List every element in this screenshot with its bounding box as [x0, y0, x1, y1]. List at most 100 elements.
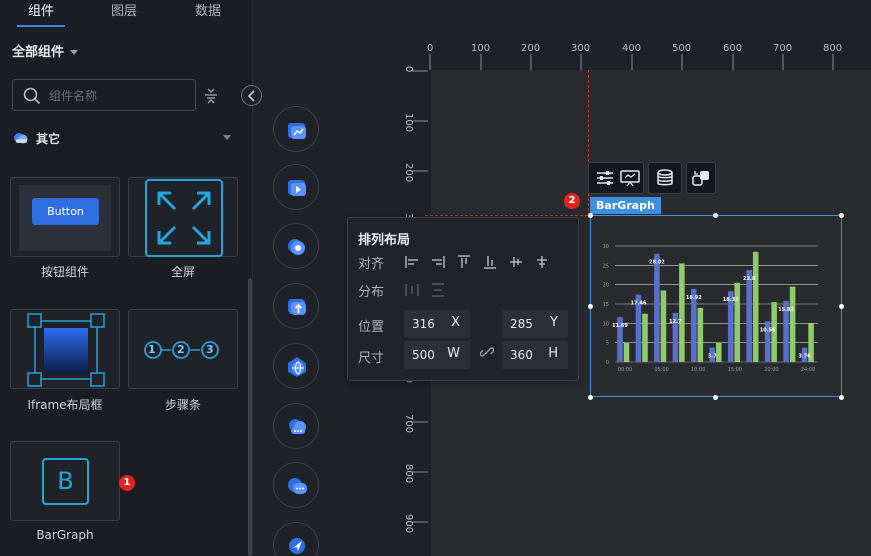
- step-badge-1: 1: [119, 475, 135, 491]
- component-toolbar-link: [686, 162, 716, 194]
- data-label: 23.8: [743, 276, 756, 282]
- button-preview: Button: [32, 198, 99, 225]
- upload-card-icon: [288, 299, 306, 315]
- size-label: 尺寸: [358, 351, 385, 366]
- align-middle-icon[interactable]: [508, 254, 524, 270]
- position-x-field: X: [404, 310, 470, 338]
- unit-x: X: [451, 315, 460, 330]
- data-source-button[interactable]: [649, 163, 681, 193]
- link-button[interactable]: [685, 163, 717, 193]
- ruler-label: 700: [403, 414, 414, 434]
- interaction-icon: [620, 170, 640, 187]
- component-card-bargraph[interactable]: B: [10, 441, 120, 521]
- quick-add-video-button[interactable]: [273, 164, 319, 210]
- align-bottom-icon[interactable]: [482, 254, 498, 270]
- size-w-input[interactable]: [412, 346, 448, 364]
- resize-handle-e[interactable]: [839, 304, 844, 309]
- section-title-label: 全部组件: [12, 45, 65, 60]
- ruler-ticks: [429, 54, 834, 70]
- ruler-label: 200: [403, 163, 414, 183]
- chat-card-icon: [288, 478, 307, 494]
- resize-handle-nw[interactable]: [588, 213, 593, 218]
- resize-handle-s[interactable]: [713, 395, 718, 400]
- component-toolbar-data: [648, 162, 682, 194]
- ruler-label: 500: [672, 43, 692, 54]
- tab-layers[interactable]: 图层: [94, 0, 154, 27]
- category-label: 其它: [36, 132, 61, 146]
- category-other[interactable]: 其它: [13, 129, 233, 147]
- interaction-button[interactable]: [613, 163, 645, 193]
- bar: [660, 290, 667, 362]
- resize-handle-sw[interactable]: [588, 395, 593, 400]
- quick-add-chart-button[interactable]: [273, 106, 319, 152]
- search-input[interactable]: [49, 86, 189, 106]
- x-tick-label: 10:00: [691, 367, 705, 373]
- all-components-dropdown[interactable]: 全部组件: [12, 41, 79, 60]
- component-card-iframe[interactable]: [10, 309, 120, 389]
- filter-icon[interactable]: [204, 86, 218, 104]
- resize-handle-se[interactable]: [839, 395, 844, 400]
- align-right-icon[interactable]: [430, 254, 446, 270]
- quick-add-globe-button[interactable]: [273, 343, 319, 389]
- step-number: 1: [148, 343, 156, 356]
- ruler-label: 900: [403, 514, 414, 534]
- size-h-input[interactable]: [510, 346, 546, 364]
- bargraph-icon: B: [42, 458, 89, 505]
- position-y-input[interactable]: [510, 315, 546, 333]
- align-top-icon[interactable]: [456, 254, 472, 270]
- distribute-label: 分布: [358, 285, 385, 300]
- tab-data[interactable]: 数据: [178, 0, 238, 27]
- resize-handle-w[interactable]: [588, 304, 593, 309]
- quick-add-upload-button[interactable]: [273, 283, 319, 329]
- resize-handle-ne[interactable]: [839, 213, 844, 218]
- component-label-bargraph: BarGraph: [36, 528, 94, 542]
- bar: [623, 342, 630, 362]
- chart-card-icon: [288, 123, 306, 139]
- align-left-icon[interactable]: [404, 254, 420, 270]
- align-center-icon[interactable]: [534, 254, 550, 270]
- y-tick-label: 30: [603, 244, 609, 250]
- bar: [679, 263, 685, 362]
- x-tick-label: 20:00: [764, 367, 778, 373]
- step-number: 3: [206, 343, 214, 356]
- collapse-panel-button[interactable]: [241, 85, 262, 106]
- x-tick-label: 24:00: [801, 367, 815, 373]
- unit-w: W: [447, 346, 460, 361]
- ruler-label: 300: [571, 43, 591, 54]
- database-icon: [657, 169, 673, 186]
- ruler-label: 100: [471, 43, 491, 54]
- quick-add-chat-button[interactable]: [273, 462, 319, 508]
- component-label-steps: 步骤条: [164, 398, 201, 412]
- tab-components[interactable]: 组件: [11, 0, 71, 27]
- position-x-input[interactable]: [412, 315, 448, 333]
- panel-scrollbar[interactable]: [248, 278, 252, 556]
- bar: [654, 253, 660, 362]
- ruler-label: 400: [622, 43, 642, 54]
- step-badge-2: 2: [564, 193, 580, 209]
- data-label: 17.46: [631, 301, 647, 307]
- step-number: 2: [177, 343, 185, 356]
- distribute-vertical-icon[interactable]: [430, 282, 446, 298]
- ruler-label: 800: [403, 464, 414, 484]
- bar: [752, 251, 759, 362]
- y-tick-label: 20: [603, 283, 609, 289]
- bar: [746, 269, 752, 362]
- chevron-left-icon: [247, 90, 255, 102]
- link-ratio-icon[interactable]: [480, 345, 494, 359]
- component-card-button[interactable]: Button: [10, 177, 120, 257]
- bargraph-widget[interactable]: 0 5 10 15 20 25 30 11.69 17.46 28.02 12.7 18.92 3.7 1…: [590, 215, 842, 397]
- globe-card-icon: [288, 357, 306, 377]
- search-icon: [23, 87, 41, 105]
- quick-add-map-button[interactable]: [273, 223, 319, 269]
- quick-add-cloud-button[interactable]: [273, 403, 319, 449]
- component-card-fullscreen[interactable]: [128, 177, 238, 257]
- unit-h: H: [548, 346, 558, 361]
- component-panel: 组件 图层 数据 全部组件 其它 Button 按钮组件: [0, 0, 253, 556]
- settings-sliders-icon: [597, 171, 613, 185]
- component-card-steps[interactable]: 1 2 3: [128, 309, 238, 389]
- quick-add-navigation-button[interactable]: [273, 522, 319, 556]
- resize-handle-n[interactable]: [713, 213, 718, 218]
- caret-down-icon: [223, 135, 231, 140]
- distribute-horizontal-icon[interactable]: [404, 282, 420, 298]
- align-label: 对齐: [358, 257, 385, 272]
